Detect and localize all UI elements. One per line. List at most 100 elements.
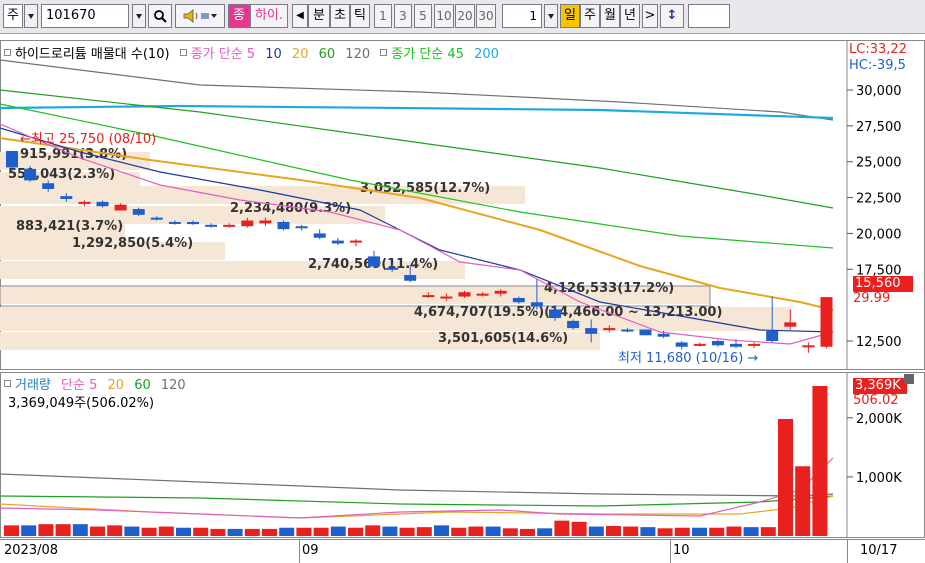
volume-bar <box>141 527 157 536</box>
volume-bar <box>279 527 295 536</box>
volume-bar <box>709 527 725 536</box>
period-week-button[interactable]: 주 <box>580 4 600 28</box>
chart-area: 915,991(3.8%) 551,043(2.3%) 3,052,585(12.7… <box>0 34 925 563</box>
search-icon[interactable] <box>148 4 172 28</box>
candle-body <box>368 256 380 267</box>
candle-body <box>187 221 199 225</box>
blank-input[interactable] <box>688 4 730 28</box>
period-type-dropdown[interactable] <box>24 4 38 28</box>
chart-toolbar: 주 101670 종 하이. ◀ 분 초 틱 1 3 5 10 20 30 1 … <box>0 0 925 34</box>
price-tick-label: 25,000 <box>856 156 902 171</box>
interval-input[interactable]: 1 <box>502 4 542 28</box>
candle-body <box>820 297 833 347</box>
volume-bar <box>674 527 690 536</box>
volume-bar <box>795 466 811 536</box>
price-tick-label: 12,500 <box>856 335 902 350</box>
stock-code-input[interactable]: 101670 <box>41 4 129 28</box>
prev-arrow-icon[interactable]: ◀ <box>292 4 308 28</box>
volume-legend-ma-20: 20 <box>107 378 125 393</box>
time-unit-second[interactable]: 초 <box>330 4 350 28</box>
volume-profile-label: 4,674,707(19.5%)(14,466.00 ~ 13,213.00) <box>414 305 722 320</box>
candle-body <box>693 343 706 346</box>
updown-icon[interactable]: ↕ <box>660 4 684 28</box>
stock-code-dropdown[interactable] <box>132 4 146 28</box>
volume-bar <box>21 525 37 536</box>
period-year-button[interactable]: 년 <box>620 4 640 28</box>
interval-3[interactable]: 3 <box>394 4 412 28</box>
legend-title: 하이드로리튬 매물대 수(10) <box>15 47 170 62</box>
lc-label: LC:33,22 <box>849 42 907 57</box>
legend-square-icon <box>380 49 388 56</box>
candle-body <box>639 329 652 336</box>
time-unit-minute[interactable]: 분 <box>308 4 330 28</box>
volume-profile-label: 883,421(3.7%) <box>16 219 123 234</box>
volume-bar <box>778 418 793 536</box>
volume-bar <box>55 524 71 536</box>
legend-ma-200: 200 <box>474 47 499 62</box>
volume-tick-label: 2,000K <box>856 412 902 427</box>
volume-bar <box>520 528 535 536</box>
interval-dropdown[interactable] <box>544 4 558 28</box>
right-arrow-icon: → <box>743 351 759 366</box>
volume-bar <box>244 528 260 536</box>
candle-body <box>24 168 37 181</box>
interval-20[interactable]: 20 <box>455 4 475 28</box>
candle-body <box>657 333 670 337</box>
volume-bar <box>434 525 449 536</box>
sound-menu-icon[interactable] <box>175 4 225 28</box>
tab-stock-type[interactable]: 종 <box>228 4 250 28</box>
volume-profile-label: 551,043(2.3%) <box>8 167 115 182</box>
time-unit-tick[interactable]: 틱 <box>350 4 370 28</box>
interval-1[interactable]: 1 <box>374 4 392 28</box>
date-divider <box>847 540 848 563</box>
candle-body <box>621 329 634 332</box>
volume-bar <box>227 528 243 536</box>
interval-10[interactable]: 10 <box>434 4 454 28</box>
period-month-button[interactable]: 월 <box>600 4 620 28</box>
period-day-button[interactable]: 일 <box>560 4 580 28</box>
volume-legend-ma-120: 120 <box>160 378 186 393</box>
next-button[interactable]: > <box>642 4 658 28</box>
current-date: 10/17 <box>860 543 898 558</box>
price-chart-svg[interactable]: 915,991(3.8%)551,043(2.3%)3,052,585(12.7… <box>0 40 925 370</box>
volume-profile-label: 1,292,850(5.4%) <box>72 236 193 251</box>
volume-bar <box>812 386 828 536</box>
tab-stock-name[interactable]: 하이. <box>250 4 288 28</box>
period-type-select[interactable]: 주 <box>3 4 23 28</box>
volume-profile-label: 2,234,480(9.3%) <box>230 201 351 216</box>
candle-body <box>349 240 362 243</box>
legend-ma-60: 60 <box>318 47 336 62</box>
volume-pane[interactable]: 2,000K 1,000K 거래량 단순 5 20 60 120 3,369,04… <box>0 372 925 538</box>
volume-bar <box>382 526 398 536</box>
candle-body <box>494 290 507 294</box>
legend-ma-20: 20 <box>291 47 309 62</box>
date-label-aug: 2023/08 <box>4 543 59 558</box>
candle-body <box>476 293 489 296</box>
close-icon[interactable] <box>904 374 914 384</box>
volume-bar <box>193 527 209 536</box>
volume-bar <box>588 526 604 536</box>
legend-square-icon <box>179 49 187 56</box>
volume-profile-label: 3,501,605(14.6%) <box>438 331 568 346</box>
candle-body <box>512 297 525 303</box>
low-label: 최저 11,680 (10/16) <box>618 351 744 366</box>
volume-tick-label: 1,000K <box>856 471 902 486</box>
interval-30[interactable]: 30 <box>476 4 496 28</box>
date-divider <box>670 540 671 563</box>
candle-body <box>60 196 73 200</box>
legend-ma-120: 120 <box>345 47 371 62</box>
price-pane[interactable]: 915,991(3.8%) 551,043(2.3%) 3,052,585(12.7… <box>0 40 925 370</box>
candle-body <box>223 224 236 227</box>
volume-bar <box>365 525 381 536</box>
candle-body <box>802 345 815 348</box>
legend-ma-label-2: 종가 단순 45 <box>391 47 464 62</box>
interval-5[interactable]: 5 <box>414 4 432 28</box>
candle-body <box>150 217 163 220</box>
candle-body <box>530 302 543 307</box>
volume-bar <box>571 521 587 536</box>
volume-bar <box>640 527 656 536</box>
volume-bar <box>176 527 191 536</box>
volume-bar <box>726 526 742 536</box>
date-label-sep: 09 <box>302 543 319 558</box>
current-volume-badge: 3,369K <box>853 378 907 394</box>
